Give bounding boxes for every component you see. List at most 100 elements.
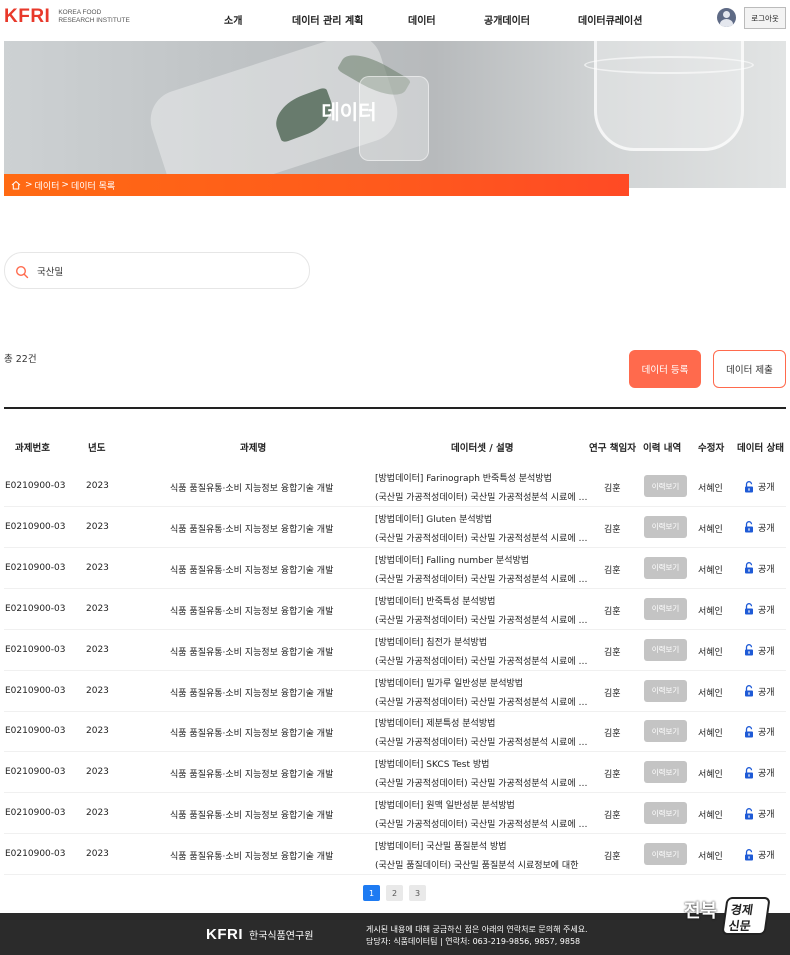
unlock-icon	[745, 644, 753, 656]
breadcrumb-separator: >	[25, 180, 33, 190]
history-button[interactable]: 이력보기	[644, 679, 687, 702]
history-button[interactable]: 이력보기	[644, 556, 687, 579]
cell-modifier: 서혜인	[698, 484, 723, 494]
cell-dataset-title[interactable]: [방법데이터] 제분특성 분석방법	[375, 716, 495, 729]
cell-dataset-title[interactable]: [방법데이터] 침전가 분석방법	[375, 635, 487, 648]
hero-banner: 데이터	[4, 41, 786, 188]
history-button[interactable]: 이력보기	[644, 720, 687, 743]
register-data-button[interactable]: 데이터 등록	[629, 350, 701, 388]
table-row[interactable]: E0210900-03 2023 식품 품질유통·소비 지능정보 융합기술 개발 [방…	[4, 752, 786, 794]
cell-project-name: 식품 품질유통·소비 지능정보 융합기술 개발	[170, 524, 334, 535]
breadcrumb-separator: >	[61, 180, 69, 190]
cell-lead: 김훈	[604, 770, 621, 781]
user-avatar-icon[interactable]	[717, 8, 736, 27]
cell-dataset-desc[interactable]: (국산밀 가공적성데이터) 국산밀 가공적성분석 시료에 대한	[375, 735, 590, 748]
status-badge: 공개	[744, 725, 775, 738]
cell-project-name: 식품 품질유통·소비 지능정보 융합기술 개발	[170, 647, 334, 658]
cell-dataset-title[interactable]: [방법데이터] Falling number 분석방법	[375, 553, 529, 566]
main-nav: 소개 데이터 관리 계획 데이터 공개데이터 데이터큐레이션	[0, 12, 790, 28]
page-button-2[interactable]: 2	[386, 885, 403, 901]
unlock-icon	[745, 521, 753, 533]
nav-item-about[interactable]: 소개	[224, 12, 242, 27]
table-row[interactable]: E0210900-03 2023 식품 품질유통·소비 지능정보 융합기술 개발 [방…	[4, 793, 786, 835]
cell-dataset-desc[interactable]: (국산밀 가공적성데이터) 국산밀 가공적성분석 시료에 대한	[375, 531, 590, 544]
history-button[interactable]: 이력보기	[644, 761, 687, 784]
cell-modifier: 서혜인	[698, 770, 723, 781]
cell-dataset-title[interactable]: [방법데이터] 반죽특성 분석방법	[375, 594, 495, 607]
nav-item-data-management-plan[interactable]: 데이터 관리 계획	[292, 12, 363, 27]
cell-dataset-desc[interactable]: (국산밀 가공적성데이터) 국산밀 가공적성분석 시료에 대한	[375, 490, 590, 503]
cell-lead: 김훈	[604, 606, 621, 617]
cell-dataset-desc[interactable]: (국산밀 가공적성데이터) 국산밀 가공적성분석 시료에 대한	[375, 817, 590, 830]
cell-lead: 김훈	[604, 565, 621, 576]
nav-item-data-curation[interactable]: 데이터큐레이션	[578, 12, 642, 27]
cell-modifier: 서혜인	[698, 688, 723, 699]
table-row[interactable]: E0210900-03 2023 식품 품질유통·소비 지능정보 융합기술 개발 [방…	[4, 671, 786, 712]
cell-project-no: E0210900-03	[5, 808, 66, 819]
table-row[interactable]: E0210900-03 2023 식품 품질유통·소비 지능정보 융합기술 개발 [방…	[4, 507, 786, 548]
logout-button[interactable]: 로그아웃	[744, 7, 786, 29]
status-badge: 공개	[744, 685, 775, 698]
cell-dataset-desc[interactable]: (국산밀 가공적성데이터) 국산밀 가공적성분석 시료에 대한	[375, 695, 590, 708]
history-button[interactable]: 이력보기	[644, 638, 687, 661]
cell-dataset-title[interactable]: [방법데이터] Farinograph 반죽특성 분석방법	[375, 471, 552, 484]
history-button[interactable]: 이력보기	[644, 802, 687, 825]
column-header-modifier: 수정자	[698, 443, 725, 454]
table-row[interactable]: E0210900-03 2023 식품 품질유통·소비 지능정보 융합기술 개발 [방…	[4, 834, 786, 876]
status-label: 공개	[758, 564, 775, 575]
cell-dataset-title[interactable]: [방법데이터] 밀가루 일반성분 분석방법	[375, 676, 523, 689]
home-icon[interactable]	[11, 180, 21, 190]
status-badge: 공개	[744, 807, 775, 820]
page-title: 데이터	[321, 100, 377, 124]
footer-logo: KFRI 한국식품연구원	[206, 926, 313, 943]
page-button-3[interactable]: 3	[409, 885, 426, 901]
cell-lead: 김훈	[604, 647, 621, 658]
nav-item-data[interactable]: 데이터	[408, 12, 436, 27]
cell-dataset-desc[interactable]: (국산밀 가공적성데이터) 국산밀 가공적성분석 시료에 대한	[375, 776, 590, 789]
cell-dataset-title[interactable]: [방법데이터] 국산밀 품질분석 방법	[375, 839, 507, 852]
status-badge: 공개	[744, 480, 775, 493]
cell-dataset-desc[interactable]: (국산밀 가공적성데이터) 국산밀 가공적성분석 시료에 대한	[375, 572, 590, 585]
history-button[interactable]: 이력보기	[644, 475, 687, 497]
cell-dataset-title[interactable]: [방법데이터] SKCS Test 방법	[375, 757, 489, 770]
unlock-icon	[745, 725, 753, 738]
table-row[interactable]: E0210900-03 2023 식품 품질유통·소비 지능정보 융합기술 개발 [방…	[4, 548, 786, 589]
history-button[interactable]: 이력보기	[644, 597, 687, 620]
cell-dataset-title[interactable]: [방법데이터] Gluten 분석방법	[375, 512, 492, 525]
site-header: KFRI KOREA FOOD RESEARCH INSTITUTE 소개 데이…	[0, 0, 790, 40]
unlock-icon	[745, 480, 753, 492]
cell-dataset-desc[interactable]: (국산밀 품질데이터) 국산밀 품질분석 시료정보에 대한	[375, 858, 590, 871]
cell-year: 2023	[86, 481, 109, 491]
status-badge: 공개	[744, 848, 775, 861]
status-badge: 공개	[744, 603, 775, 616]
cell-modifier: 서혜인	[698, 606, 723, 617]
page-button-1[interactable]: 1	[363, 885, 380, 901]
submit-data-button[interactable]: 데이터 제출	[713, 350, 786, 388]
status-badge: 공개	[744, 521, 775, 534]
table-row[interactable]: E0210900-03 2023 식품 품질유통·소비 지능정보 융합기술 개발 [방…	[4, 589, 786, 630]
cell-project-name: 식품 품질유통·소비 지능정보 융합기술 개발	[170, 811, 334, 822]
breadcrumb-item-data-list[interactable]: 데이터 목록	[71, 179, 115, 192]
status-label: 공개	[758, 646, 775, 657]
table-row[interactable]: E0210900-03 2023 식품 품질유통·소비 지능정보 융합기술 개발 [방…	[4, 711, 786, 753]
table-row[interactable]: E0210900-03 2023 식품 품질유통·소비 지능정보 융합기술 개발 [방…	[4, 466, 786, 507]
search-input[interactable]	[37, 265, 287, 276]
column-header-history: 이력 내역	[643, 443, 682, 454]
status-label: 공개	[758, 810, 775, 821]
status-label: 공개	[758, 605, 775, 616]
status-label: 공개	[758, 728, 775, 739]
search-icon[interactable]	[15, 264, 29, 278]
cell-project-name: 식품 품질유통·소비 지능정보 융합기술 개발	[170, 484, 334, 494]
nav-item-open-data[interactable]: 공개데이터	[484, 12, 530, 27]
cell-modifier: 서혜인	[698, 729, 723, 740]
watermark-text: 신문	[727, 919, 752, 933]
breadcrumb-item-data[interactable]: 데이터	[35, 179, 60, 192]
history-button[interactable]: 이력보기	[644, 843, 687, 866]
footer-logo-mark: KFRI	[206, 926, 243, 943]
history-button[interactable]: 이력보기	[644, 515, 687, 538]
cell-modifier: 서혜인	[698, 852, 723, 863]
cell-dataset-desc[interactable]: (국산밀 가공적성데이터) 국산밀 가공적성분석 시료에 대한	[375, 654, 590, 667]
cell-dataset-title[interactable]: [방법데이터] 원맥 일반성분 분석방법	[375, 798, 515, 811]
cell-dataset-desc[interactable]: (국산밀 가공적성데이터) 국산밀 가공적성분석 시료에 대한	[375, 613, 590, 626]
table-row[interactable]: E0210900-03 2023 식품 품질유통·소비 지능정보 융합기술 개발 [방…	[4, 630, 786, 671]
